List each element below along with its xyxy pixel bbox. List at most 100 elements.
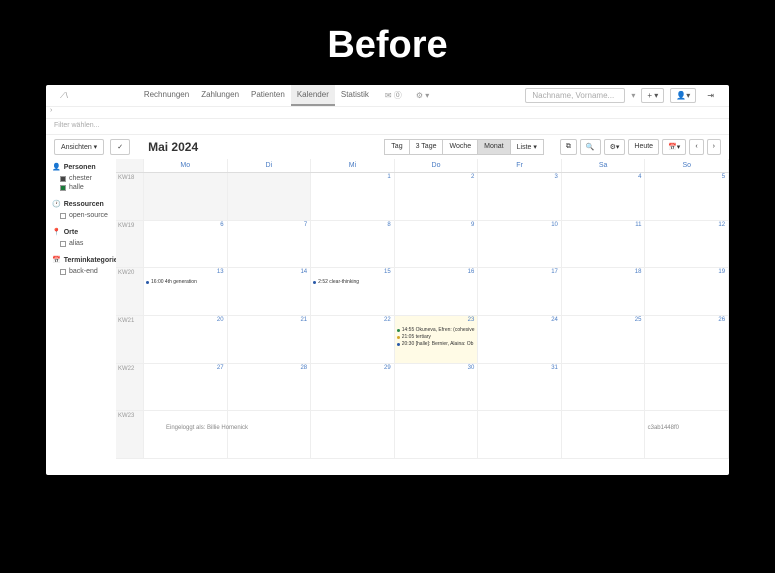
nav-kalender[interactable]: Kalender [291, 85, 335, 106]
search-dropdown-icon[interactable]: ▾ [631, 91, 635, 100]
sidebar-item[interactable]: halle [52, 183, 110, 192]
day-cell[interactable]: 25 [562, 316, 646, 363]
search-icon[interactable]: 🔍 [580, 139, 601, 155]
day-cell[interactable]: 2 [395, 173, 479, 220]
kw-header [116, 159, 144, 172]
day-cell[interactable]: 2314:55 Okuneva, Efren: (cohesive21:05 t… [395, 316, 479, 363]
day-cell[interactable]: 12 [645, 221, 729, 268]
day-cell[interactable] [478, 411, 562, 458]
day-number: 8 [387, 222, 390, 228]
sidebar-orte-head[interactable]: 📍Orte [52, 228, 110, 236]
day-cell[interactable]: 9 [395, 221, 479, 268]
sidebar-item[interactable]: chester [52, 174, 110, 183]
prev-button[interactable]: ‹ [689, 139, 703, 155]
day-cell[interactable]: 21 [228, 316, 312, 363]
day-cell[interactable]: 27 [144, 364, 228, 411]
day-cell[interactable]: 14 [228, 268, 312, 315]
expand-toggle[interactable]: › [46, 107, 729, 119]
sidebar-termkat-head[interactable]: 📅Terminkategorien [52, 256, 110, 264]
nav-patienten[interactable]: Patienten [245, 85, 291, 106]
day-cell[interactable]: 26 [645, 316, 729, 363]
day-cell[interactable] [562, 364, 646, 411]
view-liste▾[interactable]: Liste ▾ [510, 139, 544, 155]
day-cell[interactable] [562, 411, 646, 458]
day-cell[interactable]: 8 [311, 221, 395, 268]
kw-cell: KW20 [116, 268, 144, 315]
day-cell[interactable]: 22 [311, 316, 395, 363]
day-cell[interactable]: 1 [311, 173, 395, 220]
day-cell[interactable] [228, 411, 312, 458]
day-cell[interactable] [395, 411, 479, 458]
sidebar-personen-head[interactable]: 👤Personen [52, 163, 110, 171]
day-cell[interactable]: 31 [478, 364, 562, 411]
day-cell[interactable]: 7 [228, 221, 312, 268]
mail-icon[interactable]: ✉ ⓪ [381, 85, 406, 106]
view-woche[interactable]: Woche [442, 139, 478, 155]
day-cell[interactable]: 11 [562, 221, 646, 268]
checkbox-icon[interactable] [60, 269, 66, 275]
day-cell[interactable]: 16 [395, 268, 479, 315]
calendar-event[interactable]: 21:05 tertiary [397, 334, 476, 340]
day-cell[interactable] [228, 173, 312, 220]
logout-button[interactable]: ⇥ [702, 89, 719, 102]
nav-rechnungen[interactable]: Rechnungen [138, 85, 195, 106]
checkbox-icon[interactable] [60, 213, 66, 219]
views-dropdown[interactable]: Ansichten ▾ [54, 139, 104, 155]
sidebar-item[interactable]: open-source [52, 211, 110, 220]
user-menu[interactable]: 👤▾ [670, 88, 696, 103]
day-number: 10 [551, 222, 558, 228]
day-cell[interactable]: 24 [478, 316, 562, 363]
nav-statistik[interactable]: Statistik [335, 85, 375, 106]
day-cell[interactable]: 29 [311, 364, 395, 411]
day-cell[interactable]: 28 [228, 364, 312, 411]
day-cell[interactable] [645, 364, 729, 411]
day-cell[interactable]: 152:52 clear-thinking [311, 268, 395, 315]
clock-icon: 🕐 [52, 200, 61, 208]
kw-cell: KW22 [116, 364, 144, 411]
day-cell[interactable]: 17 [478, 268, 562, 315]
sidebar-item[interactable]: alias [52, 239, 110, 248]
next-button[interactable]: › [707, 139, 721, 155]
dow-header: Sa [562, 159, 646, 172]
checkbox-icon[interactable] [60, 185, 66, 191]
filter-input[interactable]: Filter wählen... [46, 119, 729, 135]
day-cell[interactable]: 19 [645, 268, 729, 315]
view-monat[interactable]: Monat [477, 139, 510, 155]
view-3tage[interactable]: 3 Tage [409, 139, 444, 155]
day-number: 4 [638, 174, 641, 180]
checkbox-icon[interactable] [60, 241, 66, 247]
day-cell[interactable] [144, 411, 228, 458]
day-cell[interactable]: 6 [144, 221, 228, 268]
copy-icon[interactable]: ⧉ [560, 139, 577, 155]
nav-zahlungen[interactable]: Zahlungen [195, 85, 245, 106]
calendar-event[interactable]: 2:52 clear-thinking [313, 279, 392, 285]
calendar-icon: 📅 [52, 256, 61, 264]
settings-icon[interactable]: ⚙▾ [604, 139, 626, 155]
sidebar-ressourcen-head[interactable]: 🕐Ressourcen [52, 200, 110, 208]
patient-search-input[interactable]: Nachname, Vorname... [525, 88, 625, 103]
checkbox-icon[interactable] [60, 176, 66, 182]
day-cell[interactable] [144, 173, 228, 220]
views-confirm[interactable]: ✓ [110, 139, 130, 155]
day-cell[interactable]: 20 [144, 316, 228, 363]
calendar-event[interactable]: 16:00 4th generation [146, 279, 225, 285]
day-cell[interactable] [645, 411, 729, 458]
day-cell[interactable]: 13 16:00 4th generation [144, 268, 228, 315]
add-button[interactable]: + ▾ [641, 88, 664, 103]
day-number: 13 [217, 269, 224, 275]
day-cell[interactable]: 30 [395, 364, 479, 411]
gear-icon[interactable]: ⚙ ▾ [412, 86, 433, 105]
day-cell[interactable] [311, 411, 395, 458]
day-cell[interactable]: 4 [562, 173, 646, 220]
sidebar-item[interactable]: back-end [52, 267, 110, 276]
date-picker-icon[interactable]: 📅▾ [662, 139, 686, 155]
day-cell[interactable]: 10 [478, 221, 562, 268]
today-button[interactable]: Heute [628, 139, 659, 155]
calendar-event[interactable]: 14:55 Okuneva, Efren: (cohesive [397, 327, 476, 333]
view-tag[interactable]: Tag [384, 139, 409, 155]
day-cell[interactable]: 5 [645, 173, 729, 220]
day-cell[interactable]: 3 [478, 173, 562, 220]
day-cell[interactable]: 18 [562, 268, 646, 315]
kw-cell: KW23 [116, 411, 144, 458]
calendar-event[interactable]: 20:30 [halle]: Bernier, Alaina: Ob [397, 341, 476, 347]
